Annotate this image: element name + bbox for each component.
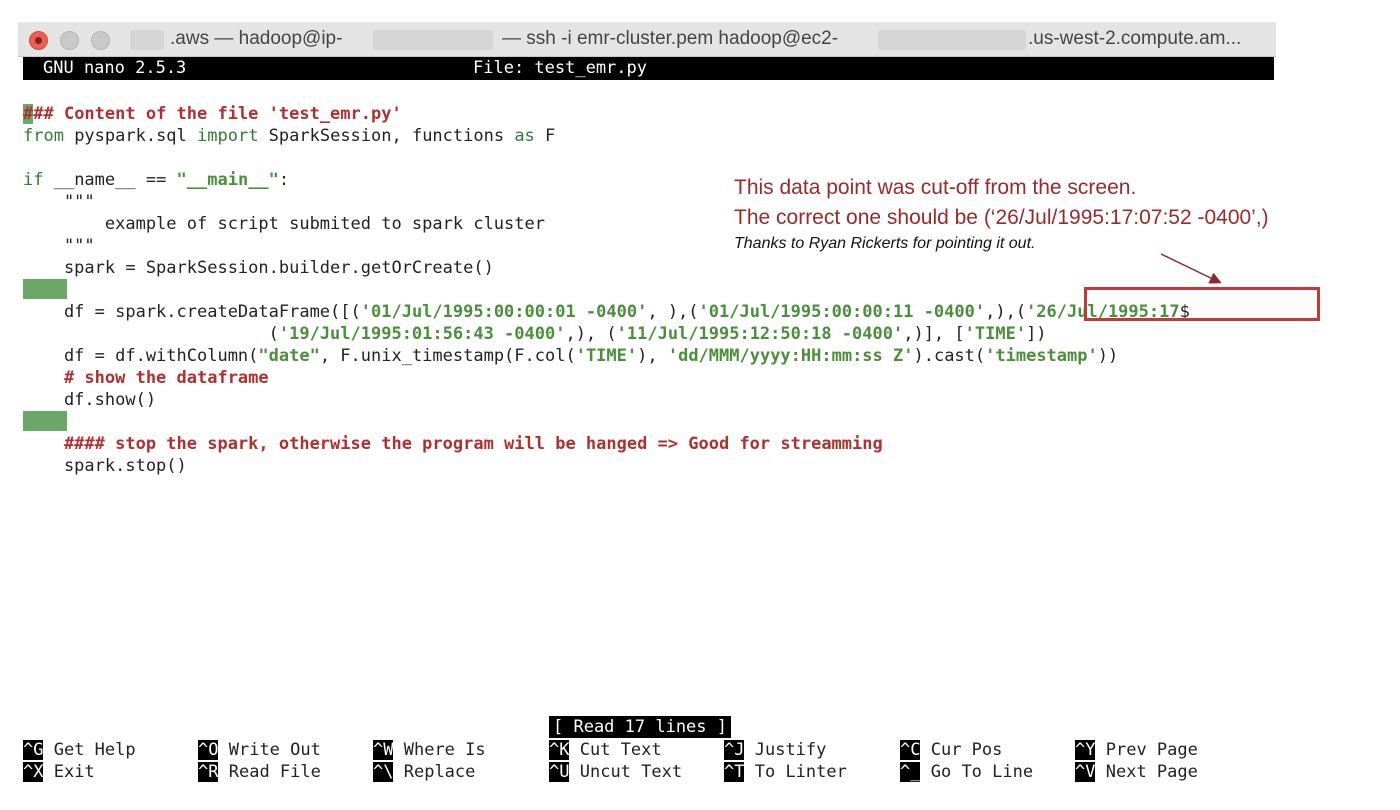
shortcut-exit[interactable]: ^X Exit xyxy=(23,761,95,783)
nano-version: GNU nano 2.5.3 xyxy=(43,58,187,78)
code-line: from pyspark.sql import SparkSession, fu… xyxy=(23,126,556,146)
window-title-suffix: .us-west-2.compute.am... xyxy=(1028,28,1242,49)
shortcut-where-is[interactable]: ^W Where Is xyxy=(373,739,486,761)
whitespace-highlight xyxy=(23,411,67,431)
nano-filename: File: test_emr.py xyxy=(473,58,647,78)
redacted-region xyxy=(130,30,164,50)
highlight-box xyxy=(1084,287,1320,321)
code-line: """ xyxy=(23,236,95,256)
code-line: #### stop the spark, otherwise the progr… xyxy=(23,434,883,454)
whitespace-highlight xyxy=(23,279,67,299)
shortcut-justify[interactable]: ^J Justify xyxy=(724,739,826,761)
code-line: if __name__ == "__main__": xyxy=(23,170,290,190)
annotation-line-1: This data point was cut-off from the scr… xyxy=(734,176,1137,199)
shortcut-next-page[interactable]: ^V Next Page xyxy=(1075,761,1198,783)
redacted-region xyxy=(373,30,493,50)
code-line: # show the dataframe xyxy=(23,368,269,388)
shortcut-uncut-text[interactable]: ^U Uncut Text xyxy=(549,761,682,783)
nano-status-message: [ Read 17 lines ] xyxy=(549,716,731,738)
shortcut-to-linter[interactable]: ^T To Linter xyxy=(724,761,847,783)
code-line: """ xyxy=(23,192,95,212)
shortcut-read-file[interactable]: ^R Read File xyxy=(198,761,321,783)
shortcut-get-help[interactable]: ^G Get Help xyxy=(23,739,136,761)
zoom-window-button[interactable] xyxy=(91,31,110,50)
shortcut-replace[interactable]: ^\ Replace xyxy=(373,761,475,783)
code-line: spark.stop() xyxy=(23,456,187,476)
code-line: spark = SparkSession.builder.getOrCreate… xyxy=(23,258,494,278)
code-line: ### Content of the file 'test_emr.py' xyxy=(23,104,402,124)
annotation-line-2: The correct one should be (‘26/Jul/1995:… xyxy=(734,206,1269,229)
text-cursor: # xyxy=(23,104,34,124)
code-line: example of script submited to spark clus… xyxy=(23,214,545,234)
code-line: df.show() xyxy=(23,390,157,410)
redacted-region xyxy=(878,30,1026,50)
nano-header-bar: GNU nano 2.5.3 File: test_emr.py xyxy=(23,57,1274,80)
shortcut-prev-page[interactable]: ^Y Prev Page xyxy=(1075,739,1198,761)
shortcut-go-to-line[interactable]: ^_ Go To Line xyxy=(900,761,1033,783)
window-title-middle: — ssh -i emr-cluster.pem hadoop@ec2- xyxy=(502,28,839,49)
annotation-arrow-icon xyxy=(1160,253,1222,284)
shortcut-cut-text[interactable]: ^K Cut Text xyxy=(549,739,662,761)
annotation-line-3: Thanks to Ryan Rickerts for pointing it … xyxy=(734,235,1036,252)
code-line: df = df.withColumn("date", F.unix_timest… xyxy=(23,346,1119,366)
shortcut-write-out[interactable]: ^O Write Out xyxy=(198,739,321,761)
shortcut-cur-pos[interactable]: ^C Cur Pos xyxy=(900,739,1002,761)
close-window-button[interactable] xyxy=(29,31,48,50)
code-line: df = spark.createDataFrame([('01/Jul/199… xyxy=(23,302,1190,322)
minimize-window-button[interactable] xyxy=(60,31,79,50)
code-line: ('19/Jul/1995:01:56:43 -0400',), ('11/Ju… xyxy=(23,324,1047,344)
window-title-prefix: .aws — hadoop@ip- xyxy=(170,28,343,49)
window-titlebar: .aws — hadoop@ip- — ssh -i emr-cluster.p… xyxy=(18,22,1276,57)
